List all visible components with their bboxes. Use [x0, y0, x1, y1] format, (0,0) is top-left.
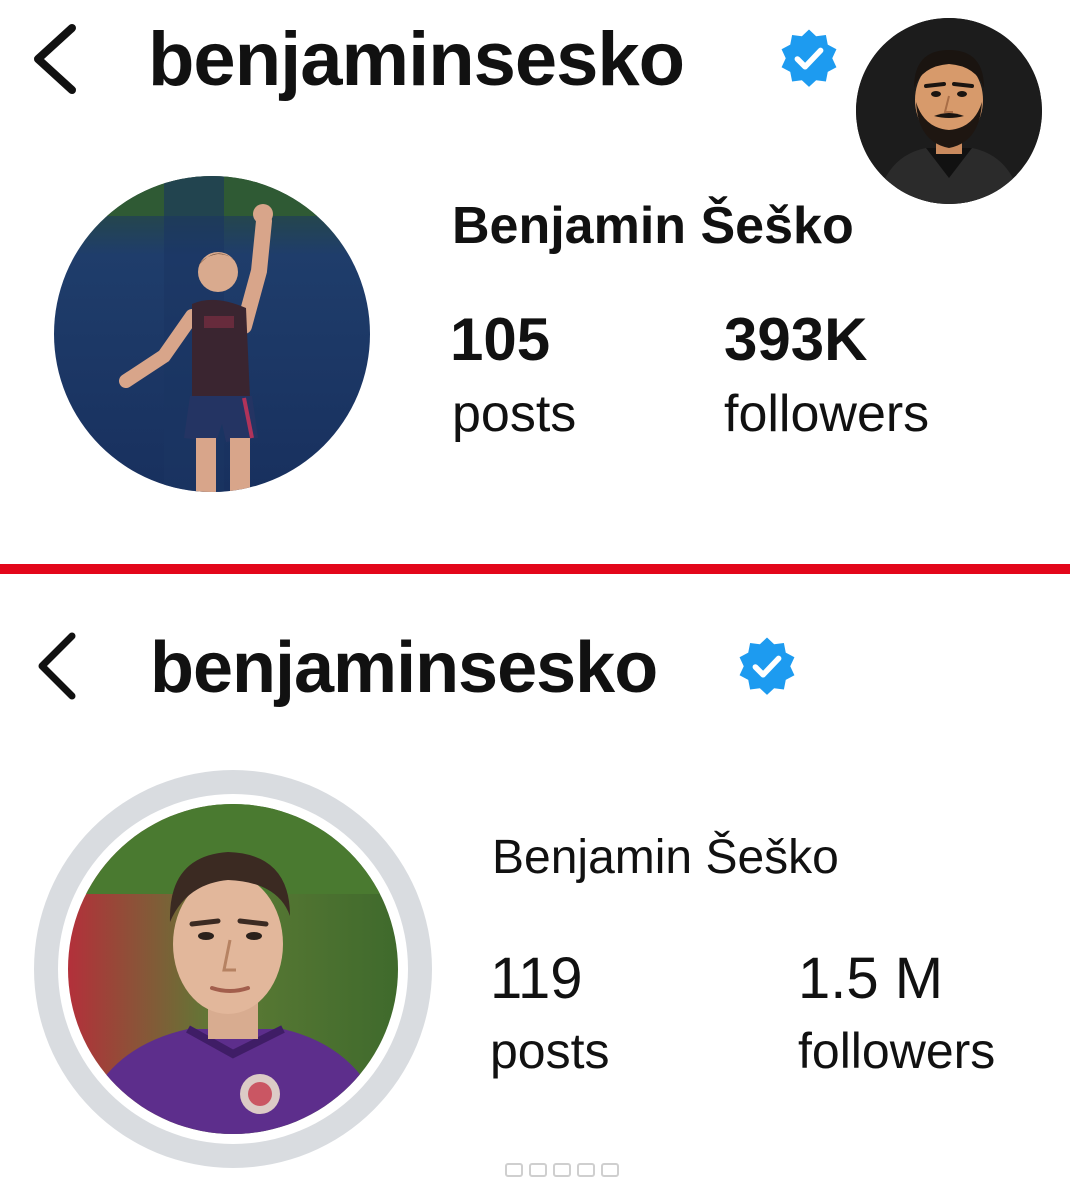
followers-count: 393K — [724, 306, 868, 373]
profile-avatar — [58, 794, 408, 1144]
watermark-icons — [505, 1163, 619, 1177]
full-name: Benjamin Šeško — [492, 831, 839, 884]
profile-avatar[interactable] — [54, 176, 370, 492]
back-button[interactable] — [26, 22, 82, 96]
followers-label: followers — [798, 1023, 996, 1079]
back-button[interactable] — [32, 630, 82, 702]
profile-header-before: benjaminsesko Benjamin Šeško 105 posts 3… — [0, 0, 1070, 564]
verified-badge-icon — [736, 636, 798, 698]
posts-count: 119 — [490, 946, 583, 1011]
posts-label: posts — [452, 385, 577, 443]
chevron-left-icon — [38, 632, 76, 700]
username: benjaminsesko — [150, 628, 658, 708]
profile-header-after: benjaminsesko Benjamin Šeško 119 posts 1… — [0, 578, 1070, 1196]
chevron-left-icon — [34, 24, 76, 94]
posts-count: 105 — [450, 306, 551, 373]
comparison-divider — [0, 564, 1070, 574]
creator-avatar-illustration — [856, 18, 1042, 204]
followers-count: 1.5 M — [798, 946, 944, 1011]
full-name: Benjamin Šeško — [452, 197, 854, 255]
profile-photo — [68, 804, 398, 1134]
posts-label: posts — [490, 1023, 610, 1079]
verified-badge-icon — [778, 28, 840, 90]
followers-label: followers — [724, 385, 930, 443]
profile-avatar-ring[interactable] — [34, 770, 432, 1168]
username: benjaminsesko — [148, 17, 685, 102]
